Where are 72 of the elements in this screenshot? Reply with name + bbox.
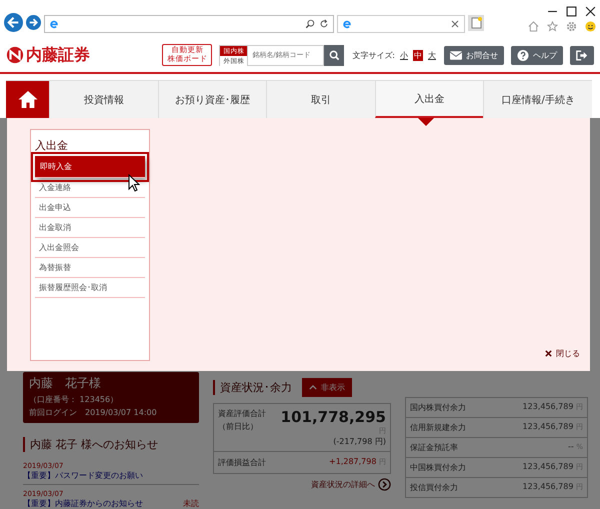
chevron-circle-icon xyxy=(378,478,391,491)
smiley-icon[interactable] xyxy=(585,21,596,32)
table-cell: 保証金預託率 xyxy=(410,442,458,453)
profit-value: +1,287,798 xyxy=(329,457,376,466)
close-icon xyxy=(545,350,552,357)
gear-icon[interactable] xyxy=(566,21,577,32)
logo-text: 内藤証券 xyxy=(26,44,90,66)
home-button[interactable] xyxy=(6,81,49,118)
table-cell: 投信買付余力 xyxy=(410,482,458,493)
table-cell: -- xyxy=(568,442,574,451)
table-cell: 評価損益合計 xyxy=(218,457,266,468)
hide-button[interactable]: 非表示 xyxy=(302,378,352,397)
logout-button[interactable] xyxy=(570,46,594,64)
caret-up-icon xyxy=(309,385,317,390)
section-heading: 内藤 花子 様へのお知らせ xyxy=(23,437,199,452)
table-cell: 信用新規建余力 xyxy=(410,422,466,433)
change-value: (-217,798 円) xyxy=(333,436,386,447)
maximize-icon[interactable] xyxy=(566,6,577,17)
nav-tab[interactable]: 投資情報 xyxy=(49,81,158,118)
notice-link[interactable]: 【重要】内藤証券からのお知らせ xyxy=(23,498,143,509)
help-button[interactable]: ヘルプ xyxy=(511,46,563,64)
forward-icon[interactable] xyxy=(26,15,41,30)
browser-icon xyxy=(49,19,59,29)
menu-item[interactable]: 振替履歴照会･取消 xyxy=(35,278,145,298)
new-tab-icon[interactable] xyxy=(468,15,484,31)
logo-icon xyxy=(6,46,24,64)
table-cell: 資産評価合計 xyxy=(218,408,266,419)
detail-link[interactable]: 資産状況の詳細へ xyxy=(311,478,391,491)
logout-icon xyxy=(576,50,588,60)
search-icon xyxy=(328,50,340,60)
search-button[interactable] xyxy=(324,44,344,66)
home-icon[interactable] xyxy=(528,21,539,32)
table-cell: 123,456,789 xyxy=(522,422,574,431)
menu-item[interactable]: 出金取消 xyxy=(35,218,145,238)
menu-item[interactable]: 出金申込 xyxy=(35,198,145,218)
menu-item[interactable]: 為替振替 xyxy=(35,258,145,278)
font-size-option[interactable]: 大 xyxy=(427,50,437,60)
table-cell: 中国株買付余力 xyxy=(410,462,466,473)
pointer-icon xyxy=(418,118,434,126)
refresh-icon[interactable] xyxy=(319,19,329,29)
menu-title: 入出金 xyxy=(35,138,69,153)
last-login: 前回ログイン 2019/03/07 14:00 xyxy=(29,407,158,418)
table-cell-text: （前日比） xyxy=(218,421,259,432)
table-cell: 123,456,789 xyxy=(522,402,574,411)
close-icon[interactable] xyxy=(585,6,596,17)
nav-tab[interactable]: 入出金 xyxy=(374,81,484,118)
mail-icon xyxy=(450,50,462,60)
browser-icon xyxy=(342,19,352,29)
star-icon[interactable] xyxy=(547,21,558,32)
font-size-option[interactable]: 小 xyxy=(399,50,409,60)
nav-tab[interactable]: 取引 xyxy=(266,81,375,118)
nav-tab[interactable]: 口座情報/手続き xyxy=(483,81,592,118)
cursor-icon xyxy=(128,174,140,192)
menu-item[interactable]: 入出金照会 xyxy=(35,238,145,258)
search-icon[interactable] xyxy=(305,19,315,29)
account-number: （口座番号： 123456） xyxy=(29,394,120,405)
section-heading: 資産状況･余力 xyxy=(213,380,292,395)
account-name: 内藤 花子様 xyxy=(29,375,102,392)
home-icon xyxy=(16,90,38,109)
back-icon[interactable] xyxy=(4,13,23,32)
table-cell: 123,456,789 xyxy=(522,462,574,471)
notice-link[interactable]: 【重要】パスワード変更のお願い xyxy=(23,470,143,481)
table-cell: 国内株買付余力 xyxy=(410,402,466,413)
unread-label: 未読 xyxy=(183,498,199,509)
contact-button[interactable]: お問合せ xyxy=(444,46,504,64)
help-icon xyxy=(517,50,529,60)
font-size-option[interactable]: 中 xyxy=(413,50,423,60)
table-cell: 123,456,789 xyxy=(522,482,574,491)
font-size-label: 文字サイズ: xyxy=(352,50,395,60)
nav-tab[interactable]: お預り資産･履歴 xyxy=(158,81,266,118)
total-value: 101,778,295 xyxy=(280,408,386,426)
close-button[interactable]: 閉じる xyxy=(545,348,580,359)
